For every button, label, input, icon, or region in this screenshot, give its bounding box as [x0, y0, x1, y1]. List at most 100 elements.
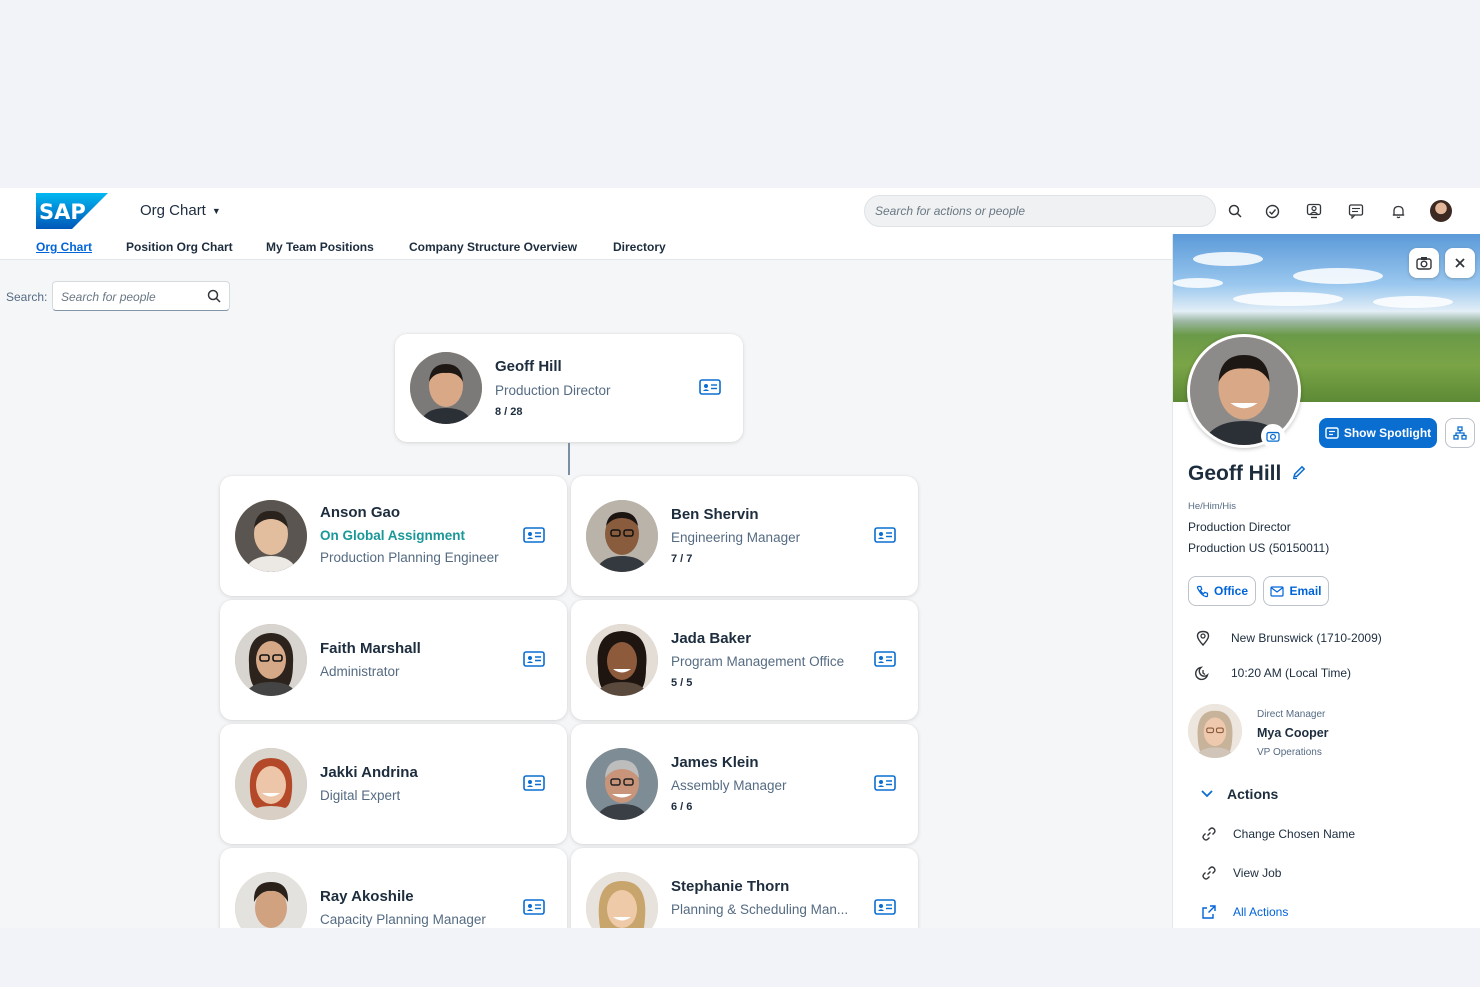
employee-photo [586, 500, 658, 572]
people-feedback-icon[interactable] [1302, 199, 1326, 223]
app-title-menu[interactable]: Org Chart ▼ [140, 202, 221, 219]
app-title-label: Org Chart [140, 202, 206, 219]
employee-title: Production Planning Engineer [320, 550, 499, 565]
bell-icon[interactable] [1386, 199, 1410, 223]
sap-logo[interactable]: SAP [36, 193, 108, 229]
actions-title: Actions [1227, 786, 1279, 802]
action-change-chosen-name[interactable]: Change Chosen Name [1201, 826, 1355, 842]
contact-card-icon[interactable] [523, 650, 545, 668]
employee-title: Planning & Scheduling Man... [671, 902, 849, 917]
contact-card-icon[interactable] [699, 378, 721, 396]
phone-icon [1196, 585, 1209, 597]
org-chart-app: SAP Org Chart ▼ Search for actions or pe… [0, 188, 1480, 928]
office-label: Office [1213, 584, 1248, 598]
employee-photo [235, 624, 307, 696]
employee-title: Digital Expert [320, 788, 401, 803]
search-icon[interactable] [1223, 199, 1247, 223]
employee-card[interactable]: Stephanie Thorn Planning & Scheduling Ma… [571, 848, 918, 928]
contact-card-icon[interactable] [523, 526, 545, 544]
employee-card[interactable]: James Klein Assembly Manager 6 / 6 [571, 724, 918, 844]
span-of-control: 7 / 7 [671, 553, 693, 565]
employee-name: James Klein [671, 754, 759, 771]
employee-photo [586, 748, 658, 820]
profile-name-row: Geoff Hill [1188, 462, 1307, 486]
clock-moon-icon [1195, 666, 1209, 681]
org-chart-icon[interactable] [1445, 418, 1475, 448]
contact-card-icon[interactable] [874, 526, 896, 544]
employee-name: Ray Akoshile [320, 888, 414, 905]
hierarchy-connector [568, 443, 570, 475]
contact-card-icon[interactable] [523, 898, 545, 916]
employee-title: Production Director [495, 383, 611, 398]
employee-photo [586, 872, 658, 928]
tab-company-structure-overview[interactable]: Company Structure Overview [409, 240, 577, 254]
close-icon[interactable] [1445, 248, 1475, 278]
employee-photo [235, 748, 307, 820]
manager-photo[interactable] [1188, 704, 1242, 758]
contact-card-icon[interactable] [523, 774, 545, 792]
employee-card[interactable]: Jakki Andrina Digital Expert [220, 724, 567, 844]
employee-name: Jada Baker [671, 630, 752, 647]
profile-name: Geoff Hill [1188, 462, 1282, 485]
employee-title: Capacity Planning Manager [320, 912, 486, 927]
tab-directory[interactable]: Directory [613, 240, 666, 254]
manager-title: VP Operations [1257, 747, 1322, 758]
employee-photo [235, 872, 307, 928]
search-icon[interactable] [207, 289, 221, 306]
contact-card-icon[interactable] [874, 650, 896, 668]
show-spotlight-button[interactable]: Show Spotlight [1319, 418, 1437, 448]
people-search-placeholder: Search for people [61, 290, 156, 304]
global-search-input[interactable]: Search for actions or people [864, 195, 1216, 227]
employee-title: Assembly Manager [671, 778, 787, 793]
change-photo-icon[interactable] [1261, 424, 1285, 448]
local-time-text: 10:20 AM (Local Time) [1231, 666, 1352, 680]
action-label: View Job [1233, 866, 1282, 880]
employee-card[interactable]: Anson Gao On Global Assignment Productio… [220, 476, 567, 596]
root-employee-card[interactable]: Geoff Hill Production Director 8 / 28 [395, 334, 743, 442]
tab-my-team-positions[interactable]: My Team Positions [266, 240, 374, 254]
employee-photo [586, 624, 658, 696]
local-time-row: 10:20 AM (Local Time) [1195, 665, 1351, 681]
spotlight-icon [1325, 427, 1339, 439]
user-avatar[interactable] [1430, 200, 1452, 222]
employee-name: Jakki Andrina [320, 764, 418, 781]
tab-position-org-chart[interactable]: Position Org Chart [126, 240, 233, 254]
mail-icon [1270, 585, 1285, 597]
direct-manager-label: Direct Manager [1257, 709, 1326, 720]
people-search-input[interactable]: Search for people [52, 281, 230, 311]
tab-org-chart[interactable]: Org Chart [36, 240, 92, 254]
notes-icon[interactable] [1344, 199, 1368, 223]
camera-icon[interactable] [1409, 248, 1439, 278]
manager-name[interactable]: Mya Cooper [1257, 726, 1329, 740]
show-spotlight-label: Show Spotlight [1343, 426, 1432, 440]
tab-bar: Org Chart Position Org Chart My Team Pos… [0, 234, 1172, 260]
global-assignment-status: On Global Assignment [320, 528, 466, 543]
logo-text: SAP [39, 200, 86, 224]
employee-name: Anson Gao [320, 504, 401, 521]
contact-card-icon[interactable] [874, 774, 896, 792]
employee-name: Geoff Hill [495, 358, 562, 375]
action-label: Change Chosen Name [1233, 827, 1356, 841]
employee-card[interactable]: Faith Marshall Administrator [220, 600, 567, 720]
employee-photo [410, 352, 482, 424]
office-phone-button[interactable]: Office [1188, 576, 1256, 606]
contact-card-icon[interactable] [874, 898, 896, 916]
actions-section-toggle[interactable]: Actions [1201, 786, 1278, 802]
employee-title: Administrator [320, 664, 400, 679]
action-view-job[interactable]: View Job [1201, 865, 1281, 881]
employee-quickcard-panel: Show Spotlight Geoff Hill He/Him/His Pro… [1172, 234, 1480, 928]
edit-pencil-icon[interactable] [1291, 462, 1307, 486]
email-button[interactable]: Email [1263, 576, 1329, 606]
check-circle-icon[interactable] [1260, 199, 1284, 223]
location-pin-icon [1196, 630, 1210, 646]
pronouns: He/Him/His [1188, 501, 1237, 512]
employee-card[interactable]: Jada Baker Program Management Office 5 /… [571, 600, 918, 720]
profile-org: Production US (50150011) [1188, 541, 1330, 555]
employee-card[interactable]: Ray Akoshile Capacity Planning Manager [220, 848, 567, 928]
employee-card[interactable]: Ben Shervin Engineering Manager 7 / 7 [571, 476, 918, 596]
search-label: Search: [6, 290, 48, 304]
caret-down-icon: ▼ [211, 205, 221, 216]
span-of-control: 8 / 28 [495, 406, 523, 418]
action-label: All Actions [1233, 905, 1289, 919]
action-all-actions[interactable]: All Actions [1201, 904, 1288, 920]
